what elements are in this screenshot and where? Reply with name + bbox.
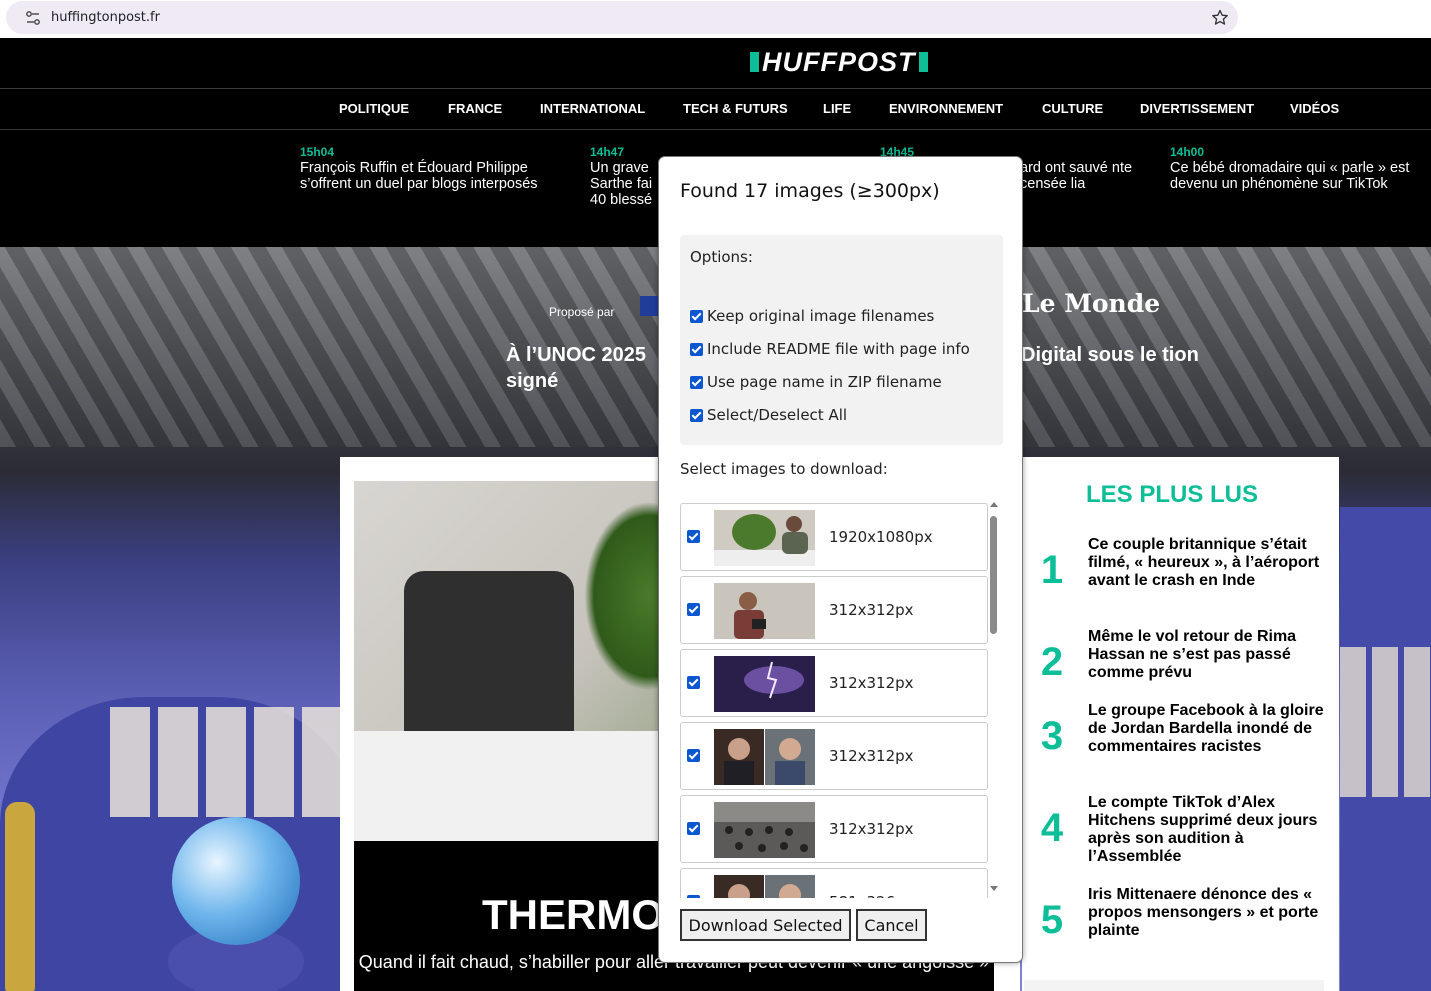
ticker-title[interactable]: François Ruffin et Édouard Philippe s’of… — [300, 160, 560, 192]
hero-title-left: À l’UNOC 2025 signé — [506, 344, 647, 392]
checkbox[interactable] — [690, 309, 703, 323]
rank-headline[interactable]: Le groupe Facebook à la gloire de Jordan… — [1088, 702, 1324, 756]
image-row[interactable]: 312x312px — [680, 795, 988, 863]
rank-number: 2 — [1040, 640, 1064, 684]
image-download-dialog: Found 17 images (≥300px) Options: Keep o… — [658, 156, 1023, 963]
image-list[interactable]: 1920x1080px 312x312px 312x312px 312x312p… — [680, 502, 1000, 898]
image-dimensions: 312x312px — [829, 747, 914, 765]
image-dimensions: 1920x1080px — [829, 528, 933, 546]
checkbox[interactable] — [690, 342, 703, 356]
option-label: Keep original image filenames — [707, 307, 935, 325]
rank-headline[interactable]: Ce couple britannique s’était filmé, « h… — [1088, 536, 1324, 590]
most-read-title: LES PLUS LUS — [1086, 481, 1259, 508]
nav-environnement[interactable]: ENVIRONNEMENT — [889, 101, 1003, 116]
image-row[interactable]: 312x312px — [680, 649, 988, 717]
nav-videos[interactable]: VIDÉOS — [1290, 101, 1339, 116]
option-label: Use page name in ZIP filename — [707, 373, 942, 391]
image-dimensions: 312x312px — [829, 674, 914, 692]
rank-number: 1 — [1040, 548, 1064, 592]
checkbox[interactable] — [690, 408, 703, 422]
site-settings-icon[interactable] — [25, 10, 41, 26]
url-text[interactable]: huffingtonpost.fr — [51, 10, 160, 25]
image-dimensions: 312x312px — [829, 820, 914, 838]
image-checkbox[interactable] — [687, 530, 700, 543]
rank-number: 4 — [1040, 806, 1064, 850]
cancel-button[interactable]: Cancel — [856, 909, 927, 941]
globe-image — [172, 817, 300, 945]
download-selected-button[interactable]: Download Selected — [680, 909, 851, 941]
image-row[interactable]: 1920x1080px — [680, 503, 988, 571]
logo-bar-left — [750, 52, 759, 72]
most-read-sidebar: LES PLUS LUS 1 Ce couple britannique s’é… — [1022, 457, 1339, 991]
nav-tech-futurs[interactable]: TECH & FUTURS — [683, 101, 788, 116]
options-label: Options: — [690, 248, 753, 266]
visitor-figure — [5, 802, 35, 991]
image-checkbox[interactable] — [687, 603, 700, 616]
hero-title-right: Digital sous le tion — [1021, 344, 1199, 366]
ticker-time: 14h00 — [1170, 145, 1205, 159]
ticker-time: 14h47 — [590, 145, 625, 159]
image-dimensions: 312x312px — [829, 601, 914, 619]
ticker-title[interactable]: Un grave Sarthe fai 40 blessé — [590, 160, 660, 208]
option-include-readme[interactable]: Include README file with page info — [690, 340, 970, 358]
dialog-title: Found 17 images (≥300px) — [680, 180, 940, 202]
rank-number: 5 — [1040, 898, 1064, 942]
options-panel: Options: Keep original image filenames I… — [680, 235, 1003, 445]
nav-politique[interactable]: POLITIQUE — [339, 101, 409, 116]
nav-france[interactable]: FRANCE — [448, 101, 502, 116]
exhibit-panels — [110, 707, 340, 817]
ticker-item[interactable]: 14h47 Un grave Sarthe fai 40 blessé — [590, 145, 660, 208]
site-header: HUFFPOST — [0, 38, 1431, 88]
image-checkbox[interactable] — [687, 895, 700, 898]
article-headline[interactable]: THERMO — [482, 891, 664, 939]
image-thumbnail — [714, 875, 815, 898]
ad-banner[interactable] — [1024, 980, 1324, 991]
option-label: Include README file with page info — [707, 340, 970, 358]
ticker-time: 15h04 — [300, 145, 335, 159]
image-checkbox[interactable] — [687, 676, 700, 689]
scroll-down-arrow-icon[interactable] — [990, 886, 998, 891]
address-bar[interactable]: huffingtonpost.fr — [6, 1, 1238, 34]
image-thumbnail — [714, 802, 815, 858]
proposed-by-label: Proposé par — [549, 305, 615, 319]
scroll-up-arrow-icon[interactable] — [990, 502, 998, 507]
select-images-label: Select images to download: — [680, 460, 888, 478]
image-dimensions: 581x326px — [829, 893, 914, 898]
image-checkbox[interactable] — [687, 822, 700, 835]
image-list-scrollbar[interactable] — [988, 502, 1000, 898]
image-checkbox[interactable] — [687, 749, 700, 762]
rank-number: 3 — [1040, 714, 1064, 758]
image-row[interactable]: 312x312px — [680, 576, 988, 644]
logo-bar-right — [918, 52, 928, 72]
rank-headline[interactable]: Le compte TikTok d’Alex Hitchens supprim… — [1088, 794, 1324, 866]
option-page-name-zip[interactable]: Use page name in ZIP filename — [690, 373, 942, 391]
rank-headline[interactable]: Iris Mittenaere dénonce des « propos men… — [1088, 886, 1324, 940]
option-label: Select/Deselect All — [707, 406, 848, 424]
checkbox[interactable] — [690, 375, 703, 389]
option-select-all[interactable]: Select/Deselect All — [690, 406, 847, 424]
image-row[interactable]: 581x326px — [680, 868, 988, 898]
main-nav: POLITIQUE FRANCE INTERNATIONAL TECH & FU… — [0, 88, 1431, 130]
le-monde-logo: Le Monde — [1022, 289, 1161, 318]
ticker-item[interactable]: 14h00 Ce bébé dromadaire qui « parle » e… — [1170, 145, 1410, 192]
nav-international[interactable]: INTERNATIONAL — [540, 101, 645, 116]
scrollbar-thumb[interactable] — [990, 516, 997, 634]
image-thumbnail — [714, 729, 815, 785]
image-thumbnail — [714, 583, 815, 639]
option-keep-filenames[interactable]: Keep original image filenames — [690, 307, 934, 325]
nav-culture[interactable]: CULTURE — [1042, 101, 1103, 116]
image-thumbnail — [714, 510, 815, 566]
browser-toolbar: huffingtonpost.fr — [0, 0, 1431, 38]
image-thumbnail — [714, 656, 815, 712]
bookmark-star-icon[interactable] — [1210, 8, 1230, 28]
exhibit-panels-right — [1340, 647, 1431, 797]
ticker-item[interactable]: 15h04 François Ruffin et Édouard Philipp… — [300, 145, 560, 192]
huffpost-logo[interactable]: HUFFPOST — [750, 46, 928, 77]
nav-divertissement[interactable]: DIVERTISSEMENT — [1140, 101, 1254, 116]
nav-life[interactable]: LIFE — [823, 101, 851, 116]
logo-text: HUFFPOST — [762, 46, 916, 77]
rank-headline[interactable]: Même le vol retour de Rima Hassan ne s’e… — [1088, 628, 1324, 682]
image-row[interactable]: 312x312px — [680, 722, 988, 790]
ticker-title[interactable]: Ce bébé dromadaire qui « parle » est dev… — [1170, 160, 1410, 192]
